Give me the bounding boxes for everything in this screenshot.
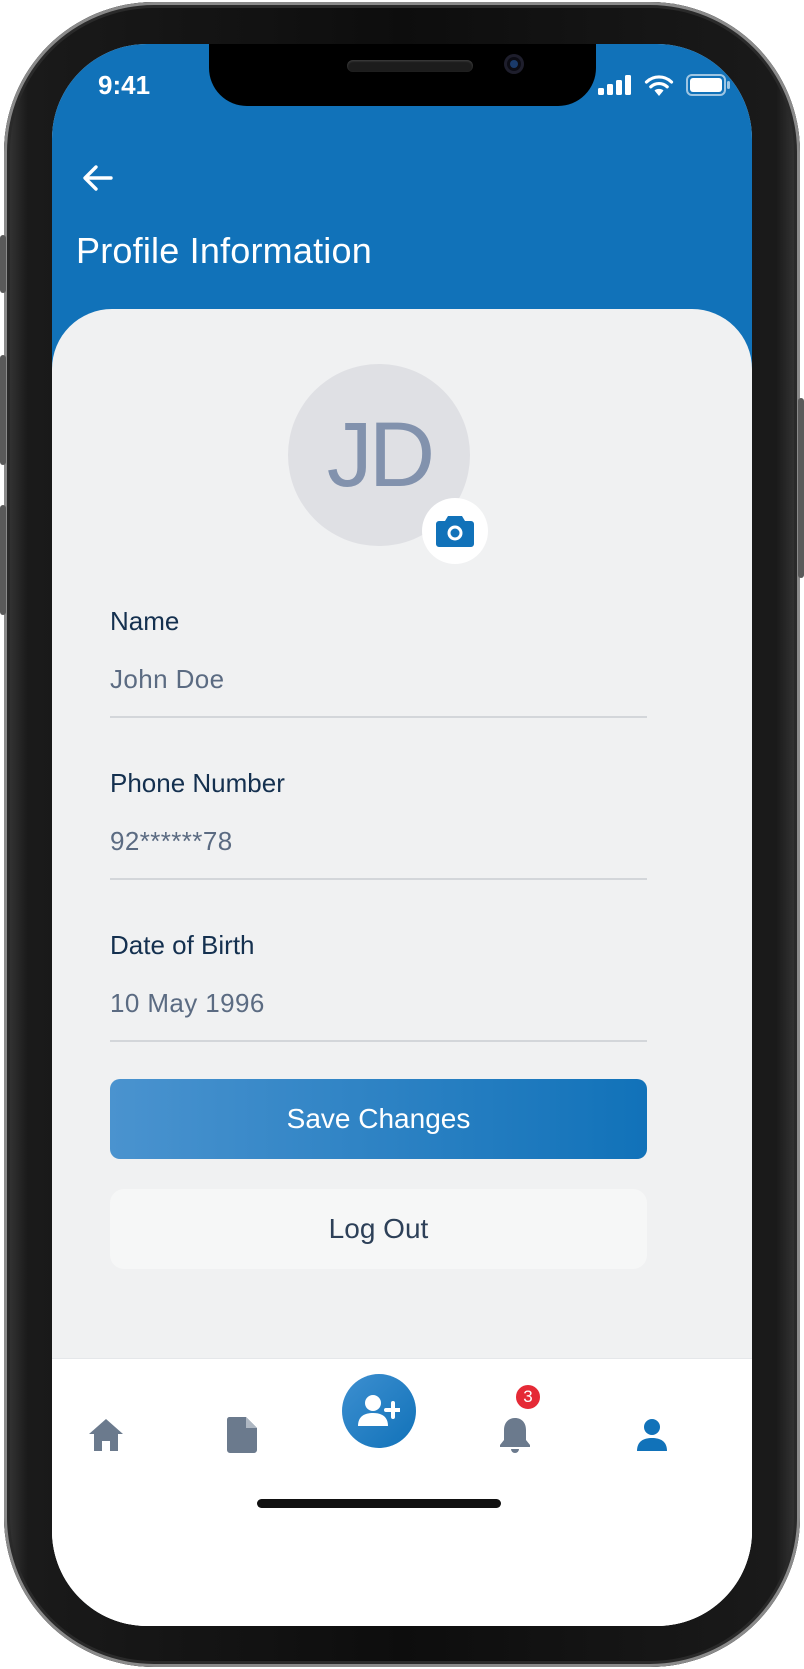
nav-profile[interactable] bbox=[622, 1405, 682, 1465]
home-indicator bbox=[257, 1499, 501, 1508]
name-label: Name bbox=[110, 606, 180, 636]
wifi-icon bbox=[644, 75, 674, 96]
status-icons bbox=[598, 74, 730, 96]
signal-icon bbox=[598, 75, 631, 95]
back-button[interactable] bbox=[78, 158, 118, 198]
nav-notifications[interactable] bbox=[485, 1405, 545, 1465]
avatar-initials: JD bbox=[326, 403, 435, 506]
add-person-button[interactable] bbox=[342, 1374, 416, 1448]
change-photo-button[interactable] bbox=[422, 498, 488, 564]
document-icon bbox=[226, 1417, 257, 1453]
phone-volume-up bbox=[0, 355, 6, 465]
save-changes-label: Save Changes bbox=[286, 1103, 471, 1134]
earpiece-speaker bbox=[347, 60, 473, 72]
dob-field-underline bbox=[110, 1040, 647, 1042]
home-icon bbox=[89, 1419, 123, 1451]
bottom-nav: 3 bbox=[52, 1358, 752, 1626]
notch bbox=[209, 44, 596, 106]
status-time: 9:41 bbox=[98, 70, 151, 100]
logout-label: Log Out bbox=[328, 1213, 429, 1244]
person-icon bbox=[637, 1419, 667, 1451]
dob-label: Date of Birth bbox=[110, 930, 255, 960]
arrow-left-icon bbox=[83, 165, 113, 191]
phone-power-button bbox=[798, 398, 804, 578]
save-changes-button[interactable]: Save Changes bbox=[110, 1079, 647, 1159]
name-field[interactable]: John Doe bbox=[110, 664, 225, 695]
page-title: Profile Information bbox=[76, 230, 372, 271]
nav-home[interactable] bbox=[76, 1405, 136, 1465]
phone-volume-down bbox=[0, 505, 6, 615]
nav-documents[interactable] bbox=[212, 1405, 272, 1465]
camera-icon bbox=[436, 516, 474, 547]
name-field-underline bbox=[110, 716, 647, 718]
app-screen: 9:41 Profile Information JD Name John Do… bbox=[52, 44, 752, 1626]
notification-badge: 3 bbox=[514, 1383, 542, 1411]
front-camera bbox=[504, 54, 524, 74]
dob-field[interactable]: 10 May 1996 bbox=[110, 988, 265, 1019]
add-person-icon bbox=[358, 1395, 400, 1426]
bell-icon bbox=[500, 1418, 530, 1453]
phone-field[interactable]: 92******78 bbox=[110, 826, 233, 857]
phone-label: Phone Number bbox=[110, 768, 285, 798]
battery-icon bbox=[686, 74, 730, 96]
phone-side-button bbox=[0, 235, 6, 293]
phone-field-underline bbox=[110, 878, 647, 880]
logout-button[interactable]: Log Out bbox=[110, 1189, 647, 1269]
